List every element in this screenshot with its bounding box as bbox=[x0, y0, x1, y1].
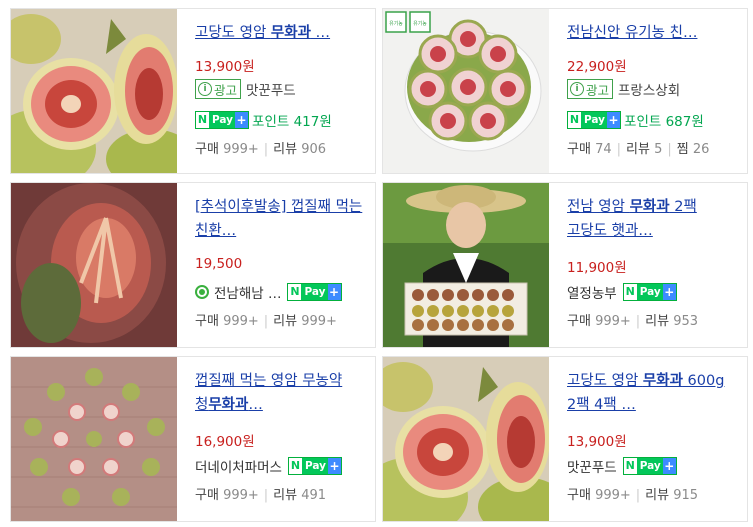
product-title[interactable]: [추석이후발송] 껍질째 먹는 친환… bbox=[195, 195, 363, 243]
product-card[interactable]: 유기농 유기농 전남신안 유기농 친… 22,900원 i 광고 프랑스상회 NP… bbox=[382, 8, 748, 174]
product-title[interactable]: 전남 영암 무화과 2팩 고당도 햇과… bbox=[567, 195, 735, 243]
seller-name[interactable]: 프랑스상회 bbox=[618, 79, 680, 99]
seller-name[interactable]: 더네이처파머스 bbox=[195, 456, 282, 476]
naver-n-icon: N bbox=[623, 284, 637, 300]
certification-mark: 유기농 bbox=[389, 20, 403, 27]
product-thumbnail[interactable] bbox=[11, 183, 177, 347]
seller-name[interactable]: 맛꾼푸드 bbox=[246, 79, 296, 99]
npay-badge: N Pay + bbox=[567, 111, 622, 129]
product-price: 13,900원 bbox=[195, 59, 255, 75]
npay-badge: N Pay + bbox=[287, 457, 342, 475]
seller-row: 더네이처파머스 N Pay + bbox=[195, 456, 342, 476]
seller-row: i 광고 프랑스상회 bbox=[567, 79, 680, 99]
product-stats: 구매 999+ | 리뷰 915 bbox=[567, 488, 699, 503]
npay-badge: N Pay + bbox=[622, 457, 677, 475]
naver-n-icon: N bbox=[288, 458, 302, 474]
seller-row: i 광고 맛꾼푸드 bbox=[195, 79, 296, 99]
product-stats: 구매 74 | 리뷰 5 | 찜 26 bbox=[567, 142, 710, 157]
product-price: 22,900원 bbox=[567, 59, 627, 75]
product-price: 11,900원 bbox=[567, 260, 627, 276]
seller-row: 열정농부 N Pay + bbox=[567, 282, 677, 302]
npay-badge: N Pay + bbox=[622, 283, 677, 301]
product-thumbnail[interactable] bbox=[11, 9, 177, 173]
seller-row: 전남해남 … N Pay + bbox=[195, 282, 342, 302]
product-card[interactable]: 고당도 영암 무화과 600g 2팩 4팩 … 13,900원 맛꾼푸드 N Pa… bbox=[382, 356, 748, 522]
plus-icon: + bbox=[607, 112, 621, 128]
product-price: 16,900원 bbox=[195, 434, 255, 450]
product-title[interactable]: 고당도 영암 무화과 … bbox=[195, 21, 363, 45]
npay-badge: N Pay + bbox=[287, 283, 342, 301]
ad-badge[interactable]: i 광고 bbox=[195, 79, 242, 99]
mall-badge-icon bbox=[195, 285, 209, 299]
naver-n-icon: N bbox=[196, 112, 209, 128]
product-card[interactable]: 전남 영암 무화과 2팩 고당도 햇과… 11,900원 열정농부 N Pay + … bbox=[382, 182, 748, 348]
plus-icon: + bbox=[662, 284, 676, 300]
product-stats: 구매 999+ | 리뷰 953 bbox=[567, 314, 699, 329]
product-thumbnail[interactable] bbox=[383, 183, 549, 347]
product-stats: 구매 999+ | 리뷰 906 bbox=[195, 142, 327, 157]
product-price: 19,500 bbox=[195, 256, 243, 272]
product-thumbnail[interactable]: 유기농 유기농 bbox=[383, 9, 549, 173]
naver-n-icon: N bbox=[568, 112, 581, 128]
seller-name[interactable]: 전남해남 … bbox=[214, 282, 281, 302]
plus-icon: + bbox=[327, 284, 341, 300]
product-card[interactable]: 껍질째 먹는 영암 무농약 청무화과… 16,900원 더네이처파머스 N Pay… bbox=[10, 356, 376, 522]
product-title[interactable]: 껍질째 먹는 영암 무농약 청무화과… bbox=[195, 369, 363, 417]
seller-name[interactable]: 맛꾼푸드 bbox=[567, 456, 617, 476]
plus-icon: + bbox=[662, 458, 676, 474]
plus-icon: + bbox=[327, 458, 341, 474]
product-price: 13,900원 bbox=[567, 434, 627, 450]
product-thumbnail[interactable] bbox=[11, 357, 177, 521]
product-card[interactable]: 고당도 영암 무화과 … 13,900원 i 광고 맛꾼푸드 N Pay + 포인트 … bbox=[10, 8, 376, 174]
info-icon: i bbox=[570, 82, 584, 96]
point-text: 포인트 687원 bbox=[624, 114, 704, 130]
point-text: 포인트 417원 bbox=[252, 114, 332, 130]
info-icon: i bbox=[198, 82, 212, 96]
naver-n-icon: N bbox=[288, 284, 302, 300]
npay-badge: N Pay + bbox=[195, 111, 250, 129]
npay-row: N Pay + 포인트 687원 bbox=[567, 110, 704, 130]
product-thumbnail[interactable] bbox=[383, 357, 549, 521]
naver-n-icon: N bbox=[623, 458, 637, 474]
seller-row: 맛꾼푸드 N Pay + bbox=[567, 456, 677, 476]
product-stats: 구매 999+ | 리뷰 491 bbox=[195, 488, 327, 503]
product-card[interactable]: [추석이후발송] 껍질째 먹는 친환… 19,500 전남해남 … N Pay + … bbox=[10, 182, 376, 348]
product-stats: 구매 999+ | 리뷰 999+ bbox=[195, 314, 337, 329]
certification-mark: 유기농 bbox=[413, 20, 427, 27]
seller-name[interactable]: 열정농부 bbox=[567, 282, 617, 302]
product-title[interactable]: 고당도 영암 무화과 600g 2팩 4팩 … bbox=[567, 369, 735, 417]
npay-row: N Pay + 포인트 417원 bbox=[195, 110, 332, 130]
product-title[interactable]: 전남신안 유기농 친… bbox=[567, 21, 735, 45]
plus-icon: + bbox=[235, 112, 249, 128]
ad-badge[interactable]: i 광고 bbox=[567, 79, 614, 99]
